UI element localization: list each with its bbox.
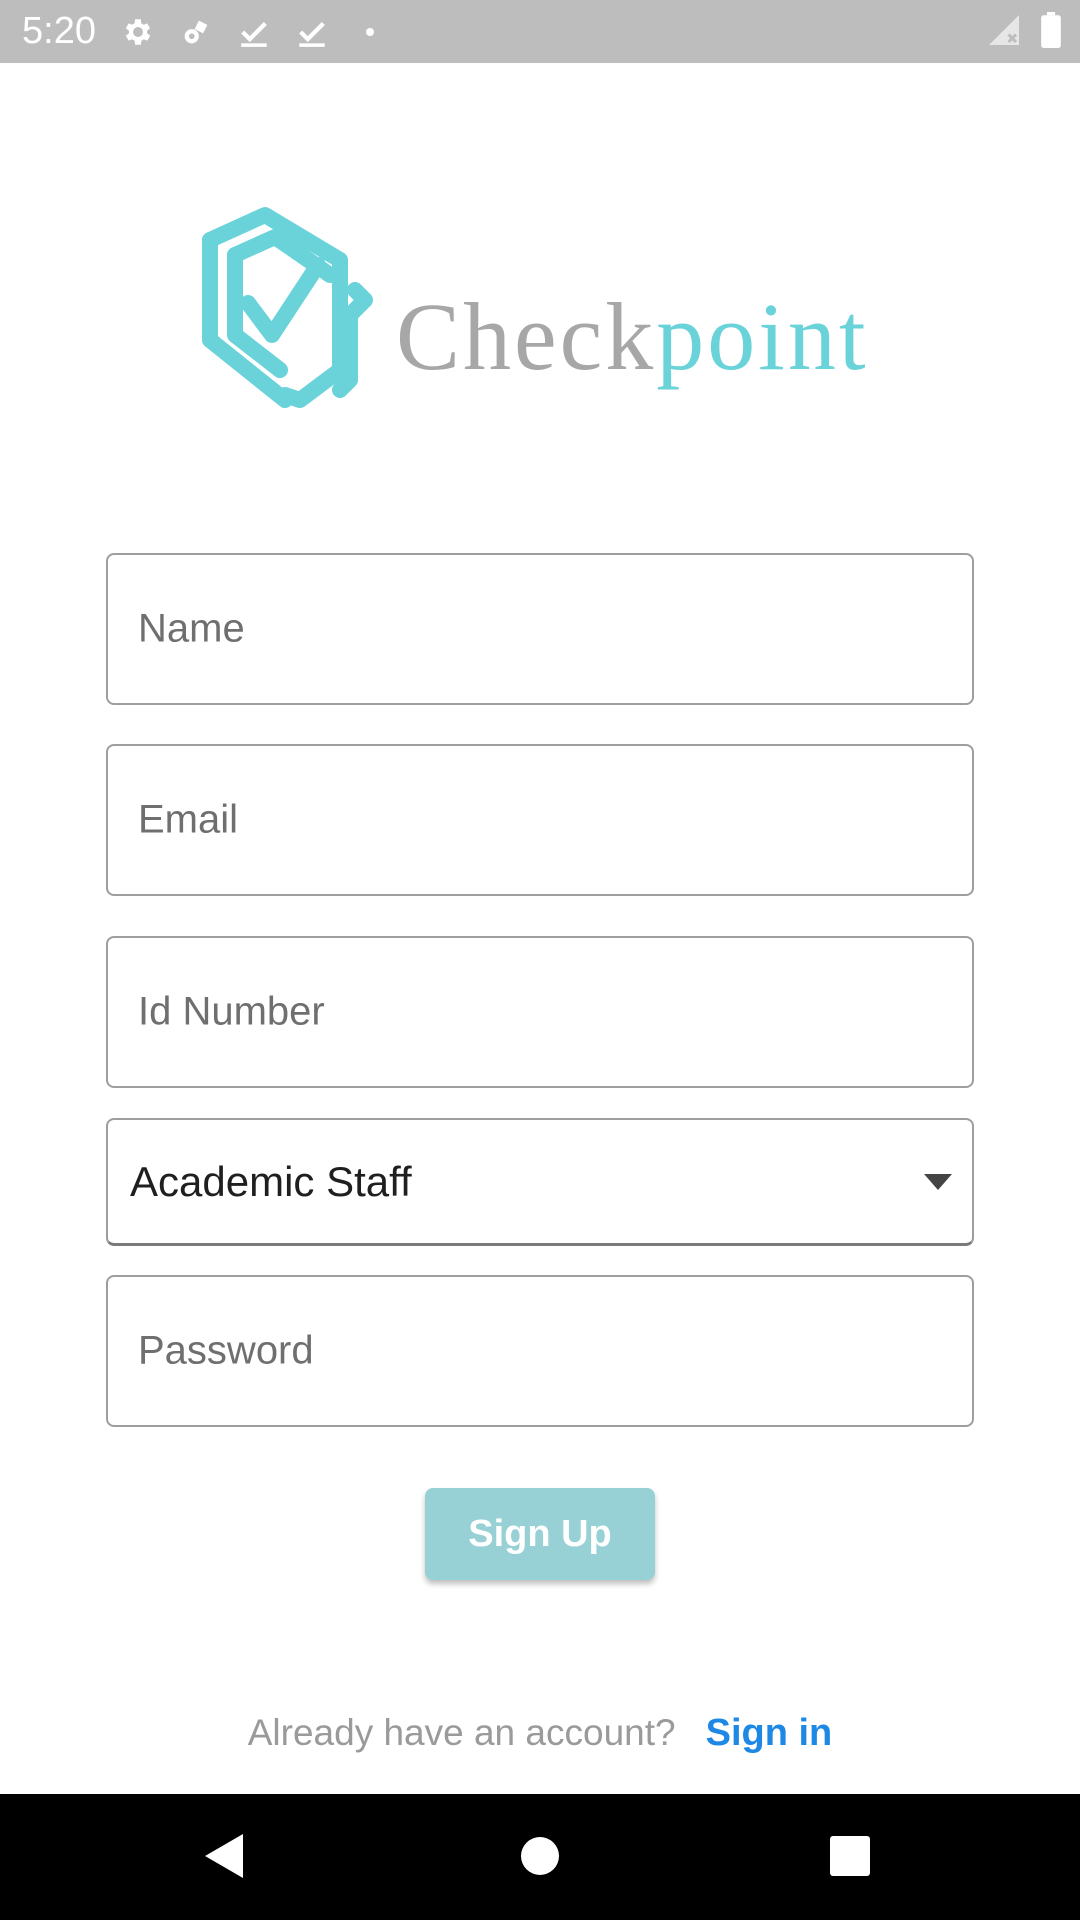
recents-icon[interactable]	[820, 1826, 880, 1886]
chevron-down-icon	[924, 1173, 952, 1190]
status-notification-icons	[118, 12, 390, 52]
name-field[interactable]: Name	[106, 553, 974, 705]
checkpoint-logo: Checkpoint	[190, 195, 890, 430]
sign-in-prompt: Already have an account?	[247, 1712, 676, 1753]
name-placeholder: Name	[138, 606, 245, 651]
gear-bug-icon	[176, 12, 216, 52]
logo-text-point: point	[656, 283, 869, 390]
download-done-icon	[234, 12, 274, 52]
id-number-field[interactable]: Id Number	[106, 936, 974, 1088]
navigation-bar	[0, 1794, 1080, 1920]
signal-off-icon	[986, 12, 1022, 53]
download-done-icon	[292, 12, 332, 52]
logo-text-check: Check	[396, 283, 657, 390]
sign-in-row: Already have an account? Sign in	[0, 1708, 1080, 1758]
sign-in-link[interactable]: Sign in	[706, 1712, 833, 1755]
gear-icon	[118, 12, 158, 52]
status-time: 5:20	[22, 10, 96, 52]
sign-up-button[interactable]: Sign Up	[425, 1488, 655, 1580]
password-placeholder: Password	[138, 1328, 314, 1373]
back-icon[interactable]	[195, 1826, 255, 1886]
status-bar: 5:20	[0, 0, 1080, 63]
battery-icon	[1040, 11, 1062, 53]
email-placeholder: Email	[138, 797, 239, 842]
checkpoint-logo-mark	[202, 207, 373, 408]
status-system-icons	[986, 11, 1062, 53]
logo-wordmark: Checkpoint	[396, 287, 869, 387]
dot-icon	[350, 12, 390, 52]
password-field[interactable]: Password	[106, 1275, 974, 1427]
home-icon[interactable]	[510, 1826, 570, 1886]
email-field[interactable]: Email	[106, 744, 974, 896]
id-number-placeholder: Id Number	[138, 989, 325, 1034]
role-dropdown[interactable]: Academic Staff	[106, 1118, 974, 1246]
role-dropdown-value: Academic Staff	[130, 1157, 412, 1205]
